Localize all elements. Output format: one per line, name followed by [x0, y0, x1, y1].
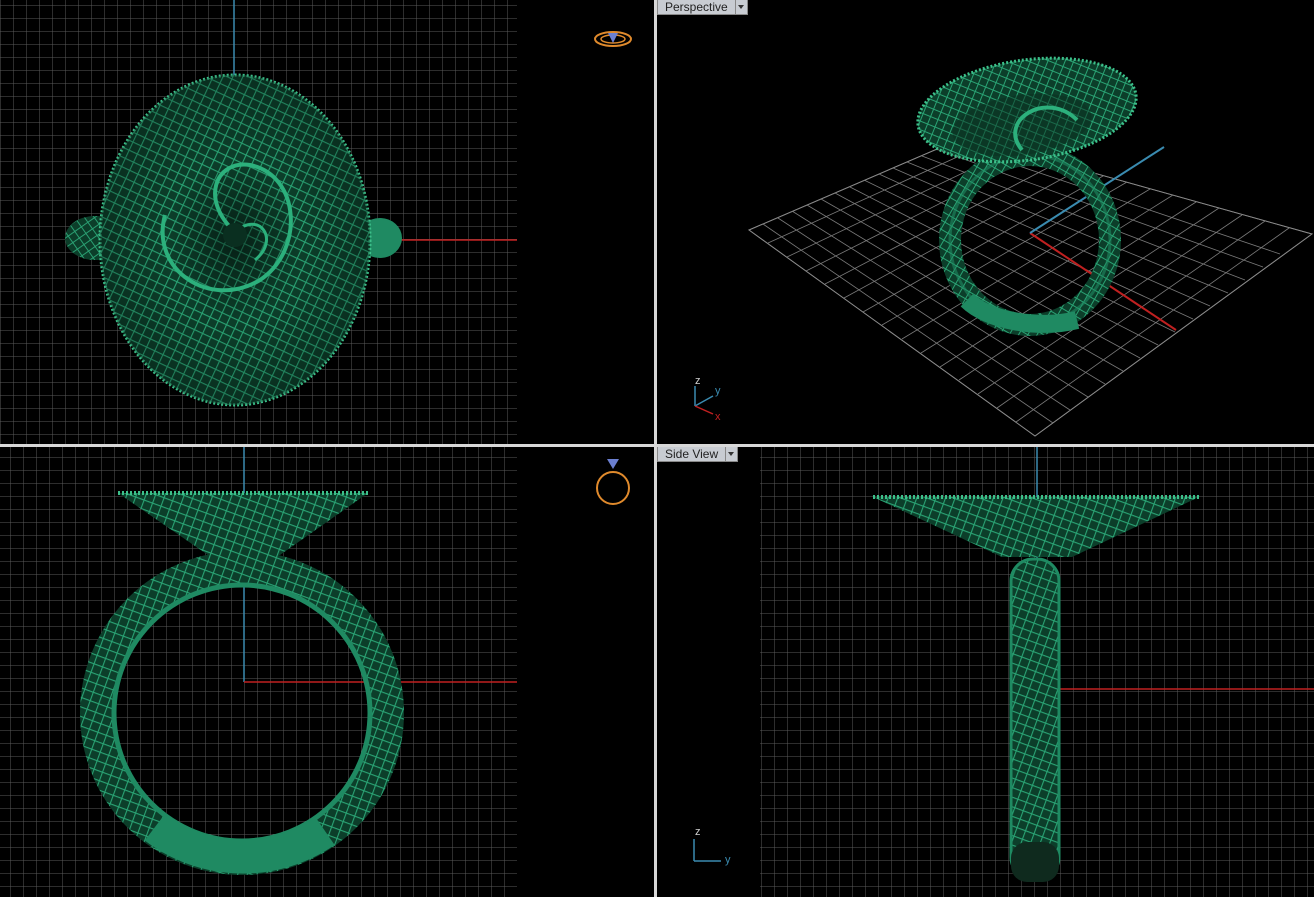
front-viewport-canvas[interactable]	[0, 447, 654, 897]
side-viewport[interactable]: Side View z y	[657, 447, 1314, 897]
axis-x-label: x	[715, 411, 721, 423]
top-viewport[interactable]	[0, 0, 654, 444]
viewport-label-text[interactable]: Perspective	[657, 0, 736, 15]
axis-z-label: z	[695, 375, 701, 387]
viewport-divider-horizontal[interactable]	[0, 444, 1314, 447]
top-viewport-canvas[interactable]	[0, 0, 654, 444]
viewport-divider-vertical[interactable]	[654, 0, 657, 897]
viewport-label-text[interactable]: Side View	[657, 447, 727, 462]
perspective-viewport[interactable]: Perspective z y x	[657, 0, 1314, 444]
ring-model[interactable]	[911, 45, 1143, 336]
viewport-label-side[interactable]: Side View	[657, 447, 739, 462]
front-viewport[interactable]	[0, 447, 654, 897]
viewport-label-perspective[interactable]: Perspective	[657, 0, 748, 15]
axis-y-label: y	[725, 854, 731, 866]
axis-z-label: z	[695, 826, 701, 838]
chevron-down-icon[interactable]	[726, 447, 739, 462]
axis-y-label: y	[715, 385, 721, 397]
chevron-down-icon[interactable]	[735, 0, 748, 15]
perspective-grid-floor	[747, 136, 1314, 437]
